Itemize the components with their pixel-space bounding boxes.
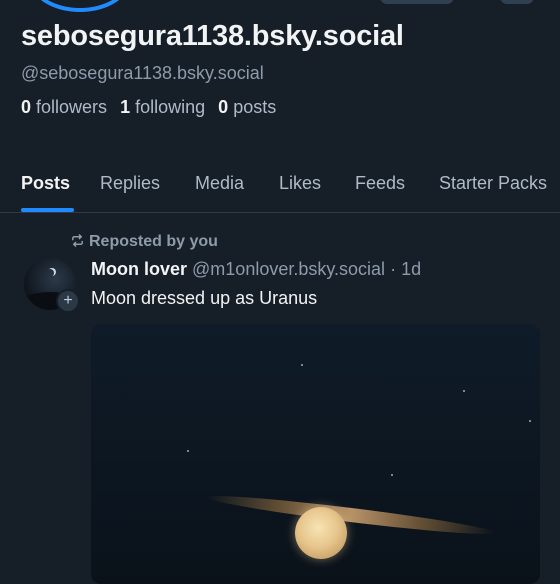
star (187, 450, 189, 452)
post-time[interactable]: 1d (401, 259, 421, 279)
followers-label: followers (36, 97, 108, 117)
star (301, 364, 303, 366)
moon-ring (206, 490, 496, 540)
tab-feeds[interactable]: Feeds (355, 173, 405, 194)
post-text: Moon dressed up as Uranus (91, 288, 318, 308)
star (463, 390, 465, 392)
tab-starter-packs[interactable]: Starter Packs (439, 173, 547, 194)
follow-plus-icon[interactable]: + (56, 289, 80, 313)
following-stat[interactable]: 1 following (120, 97, 205, 117)
star (529, 420, 531, 422)
posts-stat: 0 posts (218, 97, 276, 117)
post-image[interactable] (91, 324, 540, 584)
profile-handle: @sebosegura1138.bsky.social (21, 63, 264, 83)
more-options-button[interactable] (500, 0, 534, 4)
author-handle[interactable]: @m1onlover.bsky.social (192, 259, 385, 279)
posts-count: 0 (218, 97, 229, 117)
tab-posts[interactable]: Posts (21, 173, 70, 194)
posts-label: posts (233, 97, 277, 117)
profile-avatar[interactable] (30, 0, 130, 12)
following-count: 1 (120, 97, 131, 117)
author-name[interactable]: Moon lover (91, 259, 187, 279)
followers-count: 0 (21, 97, 32, 117)
followers-stat[interactable]: 0 followers (21, 97, 107, 117)
following-label: following (135, 97, 206, 117)
profile-display-name: sebosegura1138.bsky.social (21, 20, 404, 52)
star (391, 474, 393, 476)
profile-tabs: Posts Replies Media Likes Feeds Starter … (0, 160, 560, 213)
tab-media[interactable]: Media (195, 173, 244, 194)
active-tab-indicator (21, 208, 74, 212)
repost-label: Reposted by you (89, 233, 218, 250)
crescent-moon-icon (46, 269, 54, 277)
moon (295, 507, 347, 559)
repost-indicator[interactable]: Reposted by you (70, 233, 218, 251)
edit-profile-button[interactable] (380, 0, 454, 4)
separator-dot: · (390, 259, 397, 279)
post-header: Moon lover @m1onlover.bsky.social · 1d (91, 259, 421, 280)
repost-icon (72, 234, 83, 247)
tab-likes[interactable]: Likes (279, 173, 321, 194)
profile-stats: 0 followers 1 following 0 posts (21, 97, 284, 118)
tab-replies[interactable]: Replies (100, 173, 160, 194)
